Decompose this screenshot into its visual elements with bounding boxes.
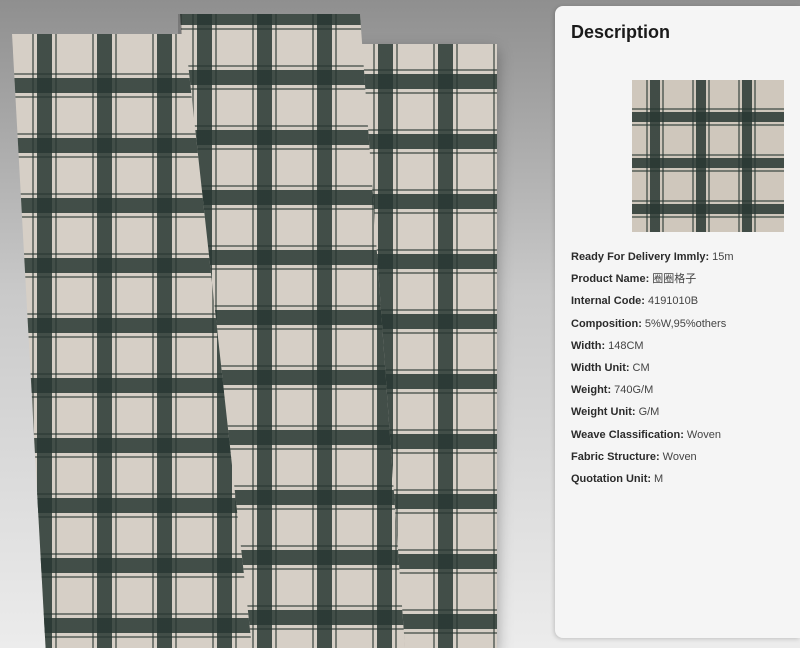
spec-label: Weight: (571, 384, 612, 397)
spec-row-width: Width: 148CM (571, 335, 791, 357)
spec-label: Composition: (571, 317, 642, 330)
spec-value: Woven (686, 428, 721, 441)
spec-label: Internal Code: (571, 295, 645, 308)
spec-row-fabric-structure: Fabric Structure: Woven (571, 446, 791, 468)
spec-label: Product Name: (571, 273, 650, 286)
spec-row-quotation-unit: Quotation Unit: M (571, 468, 791, 490)
fabric-product-image (0, 0, 550, 648)
spec-label: Quotation Unit: (571, 472, 652, 485)
spec-label: Weight Unit: (571, 406, 636, 419)
spec-label: Fabric Structure: (571, 450, 660, 463)
spec-list: Ready For Delivery Immly: 15m Product Nam… (571, 246, 791, 490)
spec-value: 148CM (608, 339, 644, 352)
spec-label: Width: (571, 339, 606, 352)
spec-label: Width Unit: (571, 361, 630, 374)
spec-value: 15m (712, 251, 734, 263)
spec-row-weight: Weight: 740G/M (571, 379, 791, 401)
spec-value: M (654, 472, 664, 485)
spec-label: Ready For Delivery Immly: (571, 251, 710, 263)
description-title: Description (571, 22, 671, 42)
spec-value: Woven (662, 450, 697, 463)
spec-row-product-name: Product Name: 圈圈格子 (571, 268, 791, 290)
spec-value: 5%W,95%others (644, 317, 727, 330)
spec-row-ready-for-delivery: Ready For Delivery Immly: 15m (571, 246, 791, 268)
spec-value: CM (632, 361, 650, 374)
spec-row-weight-unit: Weight Unit: G/M (571, 401, 791, 423)
spec-row-internal-code: Internal Code: 4191010B (571, 290, 791, 312)
spec-value: 4191010B (647, 295, 699, 308)
spec-value: 圈圈格子 (652, 273, 697, 286)
spec-value: 740G/M (614, 384, 654, 397)
spec-row-composition: Composition: 5%W,95%others (571, 313, 791, 335)
spec-row-weave-classification: Weave Classification: Woven (571, 424, 791, 446)
fabric-swatch-thumbnail[interactable] (632, 80, 784, 232)
spec-value: G/M (638, 406, 660, 419)
description-panel: Description Ready For Delivery Immly: 15m… (555, 6, 800, 638)
spec-row-width-unit: Width Unit: CM (571, 357, 791, 379)
spec-label: Weave Classification: (571, 428, 684, 441)
